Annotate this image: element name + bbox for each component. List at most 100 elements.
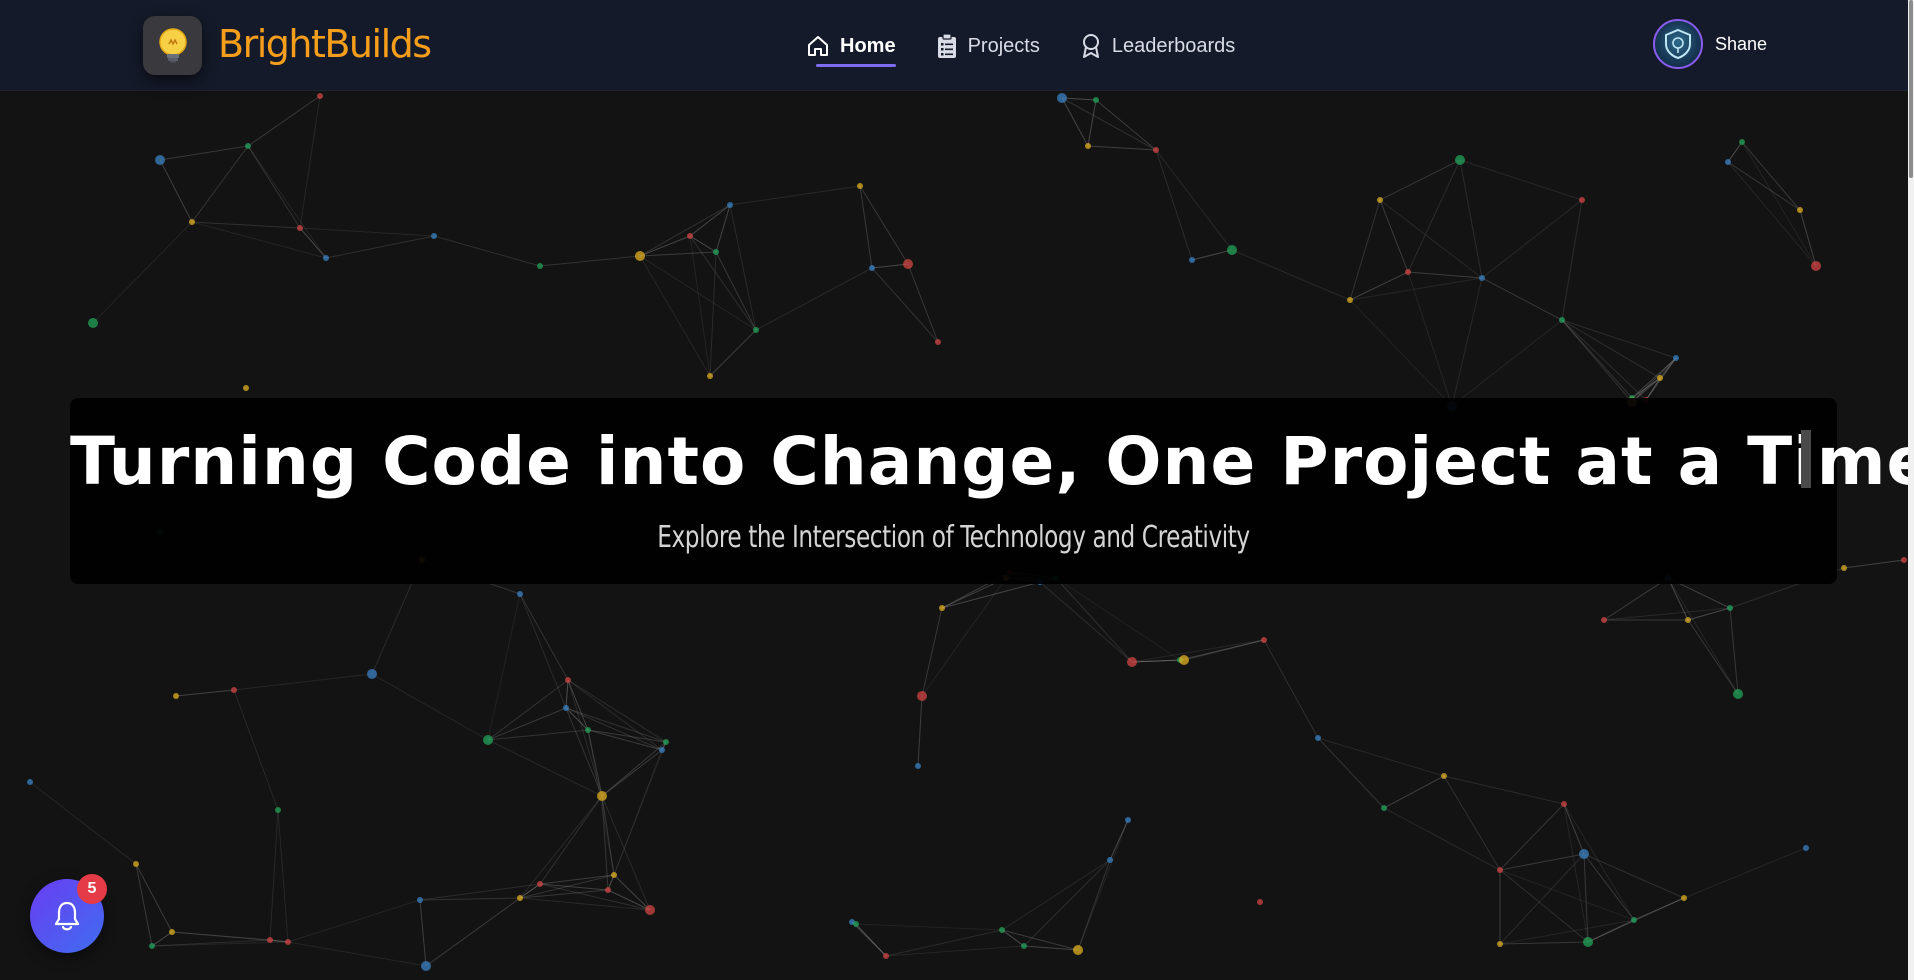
network-node: [1685, 617, 1691, 623]
brand-name[interactable]: BrightBuilds: [218, 18, 432, 70]
network-edge: [587, 729, 615, 876]
network-node: [245, 143, 251, 149]
network-node: [421, 961, 431, 971]
network-edge: [1583, 853, 1685, 899]
network-edge: [135, 863, 173, 933]
network-node: [1561, 801, 1567, 807]
network-edge: [1317, 737, 1385, 809]
active-underline: [816, 64, 896, 67]
network-edge: [1563, 803, 1585, 855]
network-edge: [1683, 847, 1807, 899]
scrollbar-thumb[interactable]: [1909, 0, 1913, 178]
main-nav: Home Projects Leaderboards: [806, 25, 1275, 67]
network-node: [1479, 275, 1485, 281]
nav-projects-label: Projects: [967, 34, 1040, 57]
network-node: [645, 905, 655, 915]
network-edge: [1843, 559, 1905, 569]
nav-home-label: Home: [840, 34, 896, 57]
network-node: [565, 677, 571, 683]
network-edge: [1077, 859, 1111, 951]
network-edge: [917, 695, 923, 767]
network-edge: [601, 795, 651, 911]
network-node: [323, 255, 329, 261]
network-node: [1803, 845, 1809, 851]
user-menu[interactable]: Shane: [1653, 19, 1767, 69]
hero-subtitle: Explore the Intersection of Technology a…: [657, 520, 1250, 555]
network-node: [1125, 817, 1131, 823]
network-edge: [539, 795, 603, 885]
nav-leaderboards[interactable]: Leaderboards: [1080, 25, 1235, 67]
network-node: [189, 219, 195, 225]
network-edge: [371, 673, 489, 741]
network-edge: [519, 593, 567, 709]
network-node: [1673, 355, 1679, 361]
network-edge: [1561, 199, 1583, 321]
nav-leaderboards-label: Leaderboards: [1111, 34, 1236, 57]
network-node: [1901, 557, 1907, 563]
network-edge: [1603, 607, 1731, 621]
network-edge: [29, 781, 137, 865]
network-edge: [1231, 249, 1351, 301]
network-edge: [715, 251, 757, 331]
network-node: [563, 705, 569, 711]
network-node: [231, 687, 237, 693]
network-edge: [859, 185, 909, 265]
network-node: [1841, 565, 1847, 571]
network-edge: [1631, 377, 1661, 399]
network-edge: [639, 204, 731, 257]
network-node: [1441, 773, 1447, 779]
bell-icon: [54, 901, 80, 931]
page: BrightBuilds Home Projects Leaderboards …: [0, 0, 1914, 980]
network-edge: [907, 263, 939, 343]
network-edge: [159, 145, 249, 161]
network-edge: [487, 679, 569, 741]
network-edge: [567, 679, 603, 797]
network-node: [133, 861, 139, 867]
network-edge: [709, 329, 757, 377]
network-node: [1085, 143, 1091, 149]
network-node: [417, 897, 423, 903]
network-edge: [1451, 319, 1563, 407]
network-edge: [247, 95, 321, 147]
network-edge: [92, 221, 193, 324]
network-node: [753, 327, 759, 333]
network-edge: [287, 899, 421, 943]
network-node: [1377, 197, 1383, 203]
network-edge: [287, 941, 427, 967]
hero-title: Turning Code into Change, One Project at…: [70, 423, 1914, 500]
network-edge: [269, 809, 279, 941]
avatar[interactable]: [1653, 19, 1703, 69]
logo[interactable]: [143, 16, 202, 75]
network-edge: [1349, 199, 1381, 301]
hero-banner: Turning Code into Change, One Project at…: [70, 398, 1914, 584]
network-edge: [159, 159, 193, 223]
network-edge: [419, 899, 427, 967]
network-edge: [1379, 159, 1461, 201]
network-edge: [755, 267, 873, 331]
network-node: [1497, 867, 1503, 873]
network-edge: [921, 577, 1007, 697]
network-edge: [1317, 737, 1445, 777]
network-edge: [539, 255, 641, 267]
network-node: [243, 385, 249, 391]
network-edge: [539, 883, 651, 911]
network-node: [1093, 97, 1099, 103]
network-node: [935, 339, 941, 345]
network-edge: [191, 221, 327, 259]
network-edge: [247, 145, 301, 229]
network-node: [267, 937, 273, 943]
network-edge: [299, 95, 321, 229]
nav-projects[interactable]: Projects: [936, 25, 1040, 67]
network-node: [27, 779, 33, 785]
network-edge: [689, 235, 717, 253]
notification-count-badge: 5: [77, 874, 107, 904]
network-edge: [871, 267, 939, 343]
network-node: [999, 927, 1005, 933]
nav-home[interactable]: Home: [806, 25, 896, 67]
network-edge: [1155, 149, 1193, 261]
network-node: [149, 943, 155, 949]
network-edge: [1443, 775, 1501, 871]
network-edge: [151, 931, 173, 947]
network-node: [1455, 155, 1465, 165]
network-edge: [1183, 639, 1265, 661]
